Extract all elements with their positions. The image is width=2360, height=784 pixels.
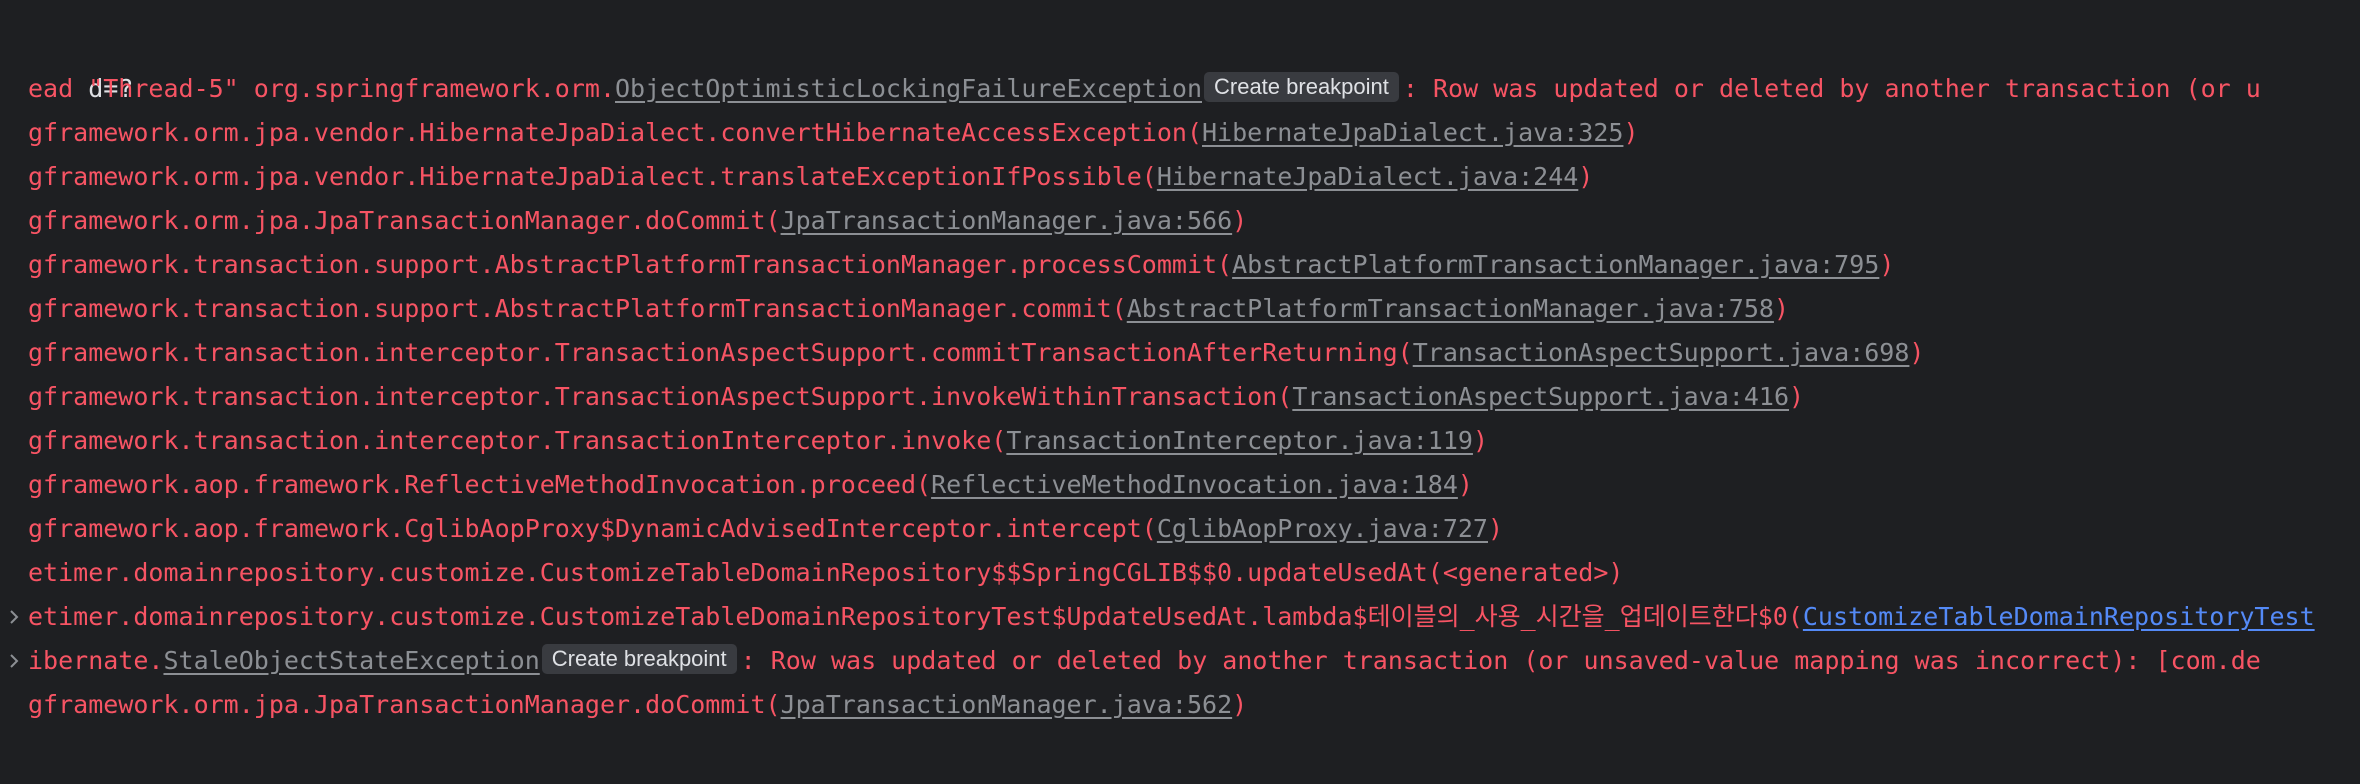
source-link[interactable]: AbstractPlatformTransactionManager.java:…: [1127, 294, 1774, 323]
stack-frame-paren: ): [1457, 470, 1473, 499]
stack-frame-method: gframework.transaction.support.AbstractP…: [28, 250, 1233, 279]
create-breakpoint-button[interactable]: Create breakpoint: [1204, 72, 1399, 102]
stack-frame-method: gframework.aop.framework.ReflectiveMetho…: [28, 470, 932, 499]
source-link[interactable]: JpaTransactionManager.java:562: [781, 690, 1233, 719]
stack-frame: gframework.transaction.support.AbstractP…: [28, 287, 1789, 331]
stack-frame-method: gframework.transaction.interceptor.Trans…: [28, 338, 1413, 367]
exception-thread-text: ead "Thread-5" org.springframework.orm.: [28, 74, 615, 103]
stack-frame-method: gframework.transaction.interceptor.Trans…: [28, 382, 1293, 411]
source-link[interactable]: CglibAopProxy.java:727: [1157, 514, 1488, 543]
stack-frame-paren: ): [1909, 338, 1925, 367]
stack-frame-paren: ): [1789, 382, 1805, 411]
exception-message: : Row was updated or deleted by another …: [740, 646, 2261, 675]
stack-frame: gframework.transaction.support.AbstractP…: [28, 243, 1894, 287]
source-link[interactable]: HibernateJpaDialect.java:325: [1202, 118, 1623, 147]
stack-frame-method: etimer.domainrepository.customize.Custom…: [28, 602, 1803, 631]
chevron-right-icon: [10, 610, 19, 624]
stack-frame: gframework.orm.jpa.vendor.HibernateJpaDi…: [28, 111, 1639, 155]
stack-frame: etimer.domainrepository.customize.Custom…: [28, 595, 2315, 639]
stack-frame: gframework.aop.framework.ReflectiveMetho…: [28, 463, 1473, 507]
source-link[interactable]: TransactionAspectSupport.java:416: [1292, 382, 1789, 411]
source-link[interactable]: TransactionInterceptor.java:119: [1006, 426, 1473, 455]
caused-by-line: ibernate.StaleObjectStateException Create…: [28, 639, 2261, 683]
stack-frame-method: gframework.orm.jpa.vendor.HibernateJpaDi…: [28, 118, 1202, 147]
stack-frame-paren: ): [1472, 426, 1488, 455]
stack-frame-method: gframework.orm.jpa.vendor.HibernateJpaDi…: [28, 162, 1157, 191]
source-link[interactable]: JpaTransactionManager.java:566: [781, 206, 1233, 235]
stack-frame-paren: ): [1578, 162, 1594, 191]
stack-frame-paren: ): [1232, 206, 1248, 235]
stack-frame: gframework.transaction.interceptor.Trans…: [28, 375, 1804, 419]
expand-cause-toggle[interactable]: [4, 639, 24, 683]
create-breakpoint-button[interactable]: Create breakpoint: [541, 644, 737, 674]
stack-frame-paren: ): [1488, 514, 1504, 543]
stack-frame: gframework.orm.jpa.JpaTransactionManager…: [28, 199, 1247, 243]
stack-frame-paren: ): [1232, 690, 1248, 719]
console-line: ead "Thread-5" org.springframework.orm.O…: [28, 67, 2261, 111]
test-source-link[interactable]: CustomizeTableDomainRepositoryTest: [1803, 602, 2315, 631]
stack-frame: etimer.domainrepository.customize.Custom…: [28, 551, 1623, 595]
stack-frame-paren: ): [1773, 294, 1790, 323]
exception-package: ibernate.: [28, 646, 164, 675]
stack-frame-paren: ): [1623, 118, 1639, 147]
console-output[interactable]: d=? ead "Thread-5" org.springframework.o…: [0, 0, 2360, 784]
stack-frame-method: gframework.orm.jpa.JpaTransactionManager…: [28, 690, 781, 719]
stack-frame: gframework.orm.jpa.JpaTransactionManager…: [28, 683, 1247, 727]
expand-frames-toggle[interactable]: [4, 595, 24, 639]
stack-frame-generated: etimer.domainrepository.customize.Custom…: [28, 558, 1624, 587]
stack-frame-paren: ): [1879, 250, 1895, 279]
stack-frame: gframework.aop.framework.CglibAopProxy$D…: [28, 507, 1503, 551]
stack-frame-method: gframework.aop.framework.CglibAopProxy$D…: [28, 514, 1157, 543]
source-link[interactable]: HibernateJpaDialect.java:244: [1157, 162, 1578, 191]
console-line: d=?: [28, 23, 133, 103]
exception-class-link[interactable]: StaleObjectStateException: [163, 646, 539, 675]
source-link[interactable]: AbstractPlatformTransactionManager.java:…: [1232, 250, 1879, 279]
source-link[interactable]: ReflectiveMethodInvocation.java:184: [931, 470, 1458, 499]
stack-frame: gframework.transaction.interceptor.Trans…: [28, 419, 1488, 463]
exception-message: : Row was updated or deleted by another …: [1402, 74, 2261, 103]
stack-frame: gframework.transaction.interceptor.Trans…: [28, 331, 1924, 375]
stack-frame-method: gframework.transaction.support.AbstractP…: [28, 294, 1127, 323]
stack-frame-method: gframework.orm.jpa.JpaTransactionManager…: [28, 206, 781, 235]
exception-class-link[interactable]: ObjectOptimisticLockingFailureException: [615, 74, 1202, 103]
source-link[interactable]: TransactionAspectSupport.java:698: [1413, 338, 1910, 367]
stack-frame-method: gframework.transaction.interceptor.Trans…: [28, 426, 1007, 455]
stack-frame: gframework.orm.jpa.vendor.HibernateJpaDi…: [28, 155, 1593, 199]
chevron-right-icon: [10, 654, 19, 668]
